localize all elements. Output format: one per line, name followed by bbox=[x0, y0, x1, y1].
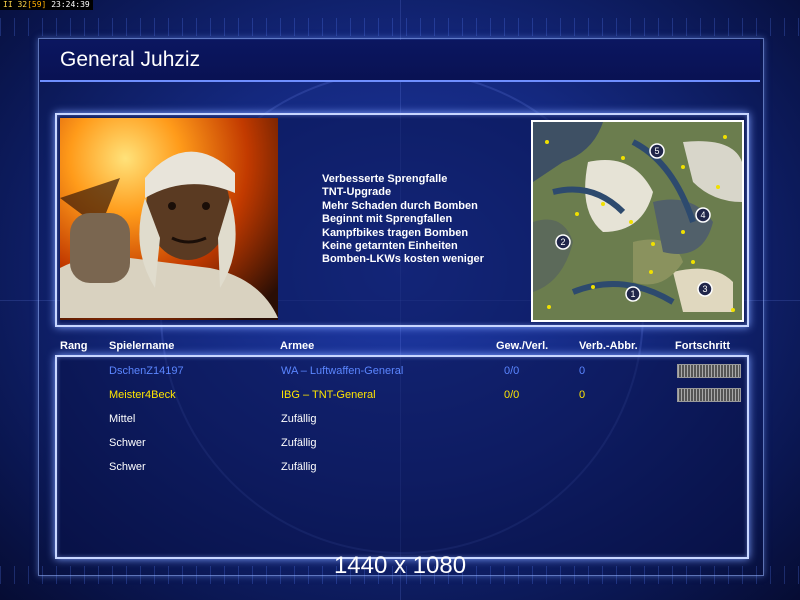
general-portrait bbox=[60, 118, 278, 320]
player-name: Schwer bbox=[109, 437, 146, 449]
start-marker-label-2: 2 bbox=[560, 237, 565, 247]
progress-fill bbox=[678, 365, 740, 377]
table-header: Rang Spielername Armee Gew./Verl. Verb.-… bbox=[60, 340, 750, 354]
start-marker-label-5: 5 bbox=[654, 146, 659, 156]
feature-item: Keine getarnten Einheiten bbox=[322, 240, 458, 253]
general-features-list: Verbesserte Sprengfalle TNT-Upgrade Mehr… bbox=[322, 173, 484, 267]
page-title: General Juhziz bbox=[60, 48, 201, 71]
status-c: [59] bbox=[27, 0, 47, 9]
feature-item: Beginnt mit Sprengfallen bbox=[322, 213, 453, 226]
progress-fill bbox=[678, 389, 740, 401]
player-list-panel bbox=[55, 355, 749, 559]
feature-item: Mehr Schaden durch Bomben bbox=[322, 199, 478, 212]
status-b: 32 bbox=[17, 0, 28, 9]
player-name: Meister4Beck bbox=[109, 389, 176, 401]
player-army: WA – Luftwaffen-General bbox=[281, 365, 404, 377]
feature-item: TNT-Upgrade bbox=[322, 186, 392, 199]
feature-item: Verbesserte Sprengfalle bbox=[322, 173, 448, 185]
start-marker-label-4: 4 bbox=[700, 210, 705, 220]
feature-item: Bomben-LKWs kosten weniger bbox=[322, 253, 484, 266]
start-marker-label-3: 3 bbox=[702, 284, 707, 294]
player-winloss: 0/0 bbox=[504, 365, 520, 377]
col-header-player: Spielername bbox=[109, 340, 175, 352]
col-header-army: Armee bbox=[280, 340, 315, 352]
status-time: 23:24:39 bbox=[51, 0, 90, 9]
status-a: II bbox=[3, 0, 13, 9]
progress-bar bbox=[677, 388, 741, 402]
player-winloss: 0/0 bbox=[504, 389, 520, 401]
player-army: Zufällig bbox=[281, 437, 317, 449]
player-army: Zufällig bbox=[281, 413, 317, 425]
title-bar: General Juhziz bbox=[40, 40, 760, 82]
player-army: Zufällig bbox=[281, 461, 317, 473]
col-header-progress: Fortschritt bbox=[675, 340, 730, 352]
col-header-loss-abort: Verb.-Abbr. bbox=[579, 340, 638, 352]
minimap-terrain: 1 2 3 4 5 bbox=[533, 122, 742, 320]
player-loss-abort: 0 bbox=[579, 365, 586, 377]
col-header-rank: Rang bbox=[60, 340, 88, 352]
player-name: Schwer bbox=[109, 461, 146, 473]
map-preview[interactable]: 1 2 3 4 5 bbox=[531, 120, 744, 322]
top-grid-strip bbox=[0, 18, 800, 36]
resolution-label: 1440 x 1080 bbox=[333, 552, 467, 579]
start-marker-label-1: 1 bbox=[630, 289, 635, 299]
status-bar: II 32[59] 23:24:39 bbox=[0, 0, 93, 10]
player-loss-abort: 0 bbox=[579, 389, 586, 401]
feature-item: Kampfbikes tragen Bomben bbox=[322, 226, 469, 239]
progress-bar bbox=[677, 364, 741, 378]
player-army: IBG – TNT-General bbox=[281, 389, 376, 401]
player-name: DschenZ14197 bbox=[109, 365, 184, 377]
portrait-image bbox=[60, 151, 278, 318]
player-name: Mittel bbox=[109, 413, 136, 425]
col-header-winloss: Gew./Verl. bbox=[496, 340, 549, 352]
